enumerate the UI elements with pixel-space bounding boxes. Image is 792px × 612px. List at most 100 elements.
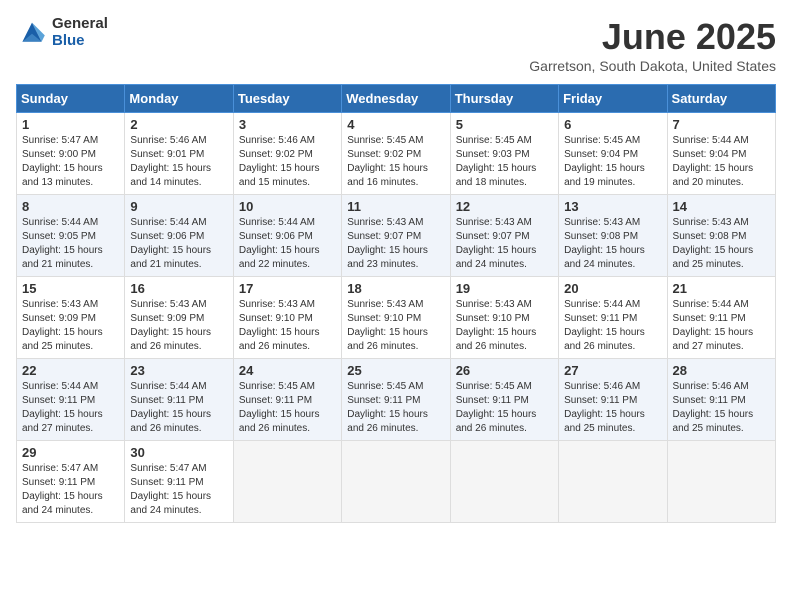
calendar-day-18: 18 Sunrise: 5:43 AMSunset: 9:10 PMDayligh… <box>342 277 450 359</box>
day-number: 22 <box>22 363 119 378</box>
cell-info: Sunrise: 5:43 AMSunset: 9:07 PMDaylight:… <box>456 216 553 272</box>
day-number: 13 <box>564 199 661 214</box>
day-number: 30 <box>130 445 227 460</box>
day-number: 18 <box>347 281 444 296</box>
calendar-day-14: 14Sunrise: 5:43 AMSunset: 9:08 PMDayligh… <box>667 195 775 277</box>
day-number: 16 <box>130 281 227 296</box>
day-number: 9 <box>130 199 227 214</box>
calendar-day-19: 19 Sunrise: 5:43 AMSunset: 9:10 PMDayligh… <box>450 277 558 359</box>
calendar-day-12: 12 Sunrise: 5:43 AMSunset: 9:07 PMDayligh… <box>450 195 558 277</box>
location-subtitle: Garretson, South Dakota, United States <box>529 58 776 74</box>
day-number: 7 <box>673 117 770 132</box>
day-number: 6 <box>564 117 661 132</box>
calendar-day-1: 1 Sunrise: 5:47 AMSunset: 9:00 PMDaylight… <box>17 113 125 195</box>
cell-info: Sunrise: 5:46 AMSunset: 9:11 PMDaylight:… <box>673 380 770 436</box>
cell-info: Sunrise: 5:46 AMSunset: 9:02 PMDaylight:… <box>239 134 336 190</box>
calendar-week-4: 22 Sunrise: 5:44 AMSunset: 9:11 PMDayligh… <box>17 359 776 441</box>
cell-info: Sunrise: 5:45 AMSunset: 9:03 PMDaylight:… <box>456 134 553 190</box>
calendar-day-4: 4 Sunrise: 5:45 AMSunset: 9:02 PMDaylight… <box>342 113 450 195</box>
calendar-day-23: 23 Sunrise: 5:44 AMSunset: 9:11 PMDayligh… <box>125 359 233 441</box>
empty-cell <box>450 441 558 523</box>
empty-cell <box>342 441 450 523</box>
day-number: 11 <box>347 199 444 214</box>
cell-info: Sunrise: 5:46 AMSunset: 9:01 PMDaylight:… <box>130 134 227 190</box>
title-area: June 2025 Garretson, South Dakota, Unite… <box>529 16 776 74</box>
cell-info: Sunrise: 5:45 AMSunset: 9:11 PMDaylight:… <box>347 380 444 436</box>
day-number: 23 <box>130 363 227 378</box>
cell-info: Sunrise: 5:45 AMSunset: 9:04 PMDaylight:… <box>564 134 661 190</box>
logo-blue-text: Blue <box>52 33 108 50</box>
cell-info: Sunrise: 5:43 AMSunset: 9:10 PMDaylight:… <box>347 298 444 354</box>
day-number: 15 <box>22 281 119 296</box>
calendar-day-27: 27 Sunrise: 5:46 AMSunset: 9:11 PMDayligh… <box>559 359 667 441</box>
calendar-week-2: 8 Sunrise: 5:44 AMSunset: 9:05 PMDaylight… <box>17 195 776 277</box>
calendar-day-7: 7Sunrise: 5:44 AMSunset: 9:04 PMDaylight… <box>667 113 775 195</box>
day-number: 29 <box>22 445 119 460</box>
day-number: 8 <box>22 199 119 214</box>
cell-info: Sunrise: 5:44 AMSunset: 9:11 PMDaylight:… <box>564 298 661 354</box>
day-number: 27 <box>564 363 661 378</box>
cell-info: Sunrise: 5:43 AMSunset: 9:10 PMDaylight:… <box>239 298 336 354</box>
calendar-day-3: 3 Sunrise: 5:46 AMSunset: 9:02 PMDaylight… <box>233 113 341 195</box>
header-friday: Friday <box>559 85 667 113</box>
day-number: 5 <box>456 117 553 132</box>
logo-text: General Blue <box>52 16 108 49</box>
calendar-day-8: 8 Sunrise: 5:44 AMSunset: 9:05 PMDaylight… <box>17 195 125 277</box>
cell-info: Sunrise: 5:47 AMSunset: 9:11 PMDaylight:… <box>130 462 227 518</box>
cell-info: Sunrise: 5:46 AMSunset: 9:11 PMDaylight:… <box>564 380 661 436</box>
day-number: 4 <box>347 117 444 132</box>
day-number: 20 <box>564 281 661 296</box>
calendar-day-21: 21 Sunrise: 5:44 AMSunset: 9:11 PMDayligh… <box>667 277 775 359</box>
calendar-day-13: 13 Sunrise: 5:43 AMSunset: 9:08 PMDayligh… <box>559 195 667 277</box>
calendar-day-20: 20 Sunrise: 5:44 AMSunset: 9:11 PMDayligh… <box>559 277 667 359</box>
calendar-day-2: 2 Sunrise: 5:46 AMSunset: 9:01 PMDaylight… <box>125 113 233 195</box>
logo-general-text: General <box>52 16 108 33</box>
calendar-week-3: 15 Sunrise: 5:43 AMSunset: 9:09 PMDayligh… <box>17 277 776 359</box>
cell-info: Sunrise: 5:43 AMSunset: 9:10 PMDaylight:… <box>456 298 553 354</box>
header-sunday: Sunday <box>17 85 125 113</box>
cell-info: Sunrise: 5:44 AMSunset: 9:05 PMDaylight:… <box>22 216 119 272</box>
empty-cell <box>667 441 775 523</box>
cell-info: Sunrise: 5:47 AMSunset: 9:00 PMDaylight:… <box>22 134 119 190</box>
calendar-day-6: 6 Sunrise: 5:45 AMSunset: 9:04 PMDaylight… <box>559 113 667 195</box>
header-saturday: Saturday <box>667 85 775 113</box>
header: General Blue June 2025 Garretson, South … <box>16 16 776 74</box>
calendar-week-1: 1 Sunrise: 5:47 AMSunset: 9:00 PMDaylight… <box>17 113 776 195</box>
cell-info: Sunrise: 5:44 AMSunset: 9:11 PMDaylight:… <box>130 380 227 436</box>
calendar-day-10: 10Sunrise: 5:44 AMSunset: 9:06 PMDayligh… <box>233 195 341 277</box>
day-number: 19 <box>456 281 553 296</box>
cell-info: Sunrise: 5:43 AMSunset: 9:08 PMDaylight:… <box>673 216 770 272</box>
logo: General Blue <box>16 16 108 49</box>
day-number: 12 <box>456 199 553 214</box>
cell-info: Sunrise: 5:43 AMSunset: 9:09 PMDaylight:… <box>22 298 119 354</box>
day-number: 21 <box>673 281 770 296</box>
cell-info: Sunrise: 5:44 AMSunset: 9:11 PMDaylight:… <box>673 298 770 354</box>
day-number: 10 <box>239 199 336 214</box>
empty-cell <box>559 441 667 523</box>
header-wednesday: Wednesday <box>342 85 450 113</box>
calendar-week-5: 29 Sunrise: 5:47 AMSunset: 9:11 PMDayligh… <box>17 441 776 523</box>
cell-info: Sunrise: 5:45 AMSunset: 9:02 PMDaylight:… <box>347 134 444 190</box>
day-number: 1 <box>22 117 119 132</box>
cell-info: Sunrise: 5:43 AMSunset: 9:09 PMDaylight:… <box>130 298 227 354</box>
calendar-day-16: 16 Sunrise: 5:43 AMSunset: 9:09 PMDayligh… <box>125 277 233 359</box>
calendar-day-17: 17Sunrise: 5:43 AMSunset: 9:10 PMDayligh… <box>233 277 341 359</box>
header-thursday: Thursday <box>450 85 558 113</box>
header-monday: Monday <box>125 85 233 113</box>
cell-info: Sunrise: 5:45 AMSunset: 9:11 PMDaylight:… <box>456 380 553 436</box>
empty-cell <box>233 441 341 523</box>
header-tuesday: Tuesday <box>233 85 341 113</box>
calendar-day-24: 24 Sunrise: 5:45 AMSunset: 9:11 PMDayligh… <box>233 359 341 441</box>
day-number: 2 <box>130 117 227 132</box>
cell-info: Sunrise: 5:45 AMSunset: 9:11 PMDaylight:… <box>239 380 336 436</box>
calendar-day-15: 15 Sunrise: 5:43 AMSunset: 9:09 PMDayligh… <box>17 277 125 359</box>
calendar-header-row: SundayMondayTuesdayWednesdayThursdayFrid… <box>17 85 776 113</box>
day-number: 25 <box>347 363 444 378</box>
day-number: 3 <box>239 117 336 132</box>
cell-info: Sunrise: 5:43 AMSunset: 9:08 PMDaylight:… <box>564 216 661 272</box>
cell-info: Sunrise: 5:44 AMSunset: 9:11 PMDaylight:… <box>22 380 119 436</box>
cell-info: Sunrise: 5:44 AMSunset: 9:06 PMDaylight:… <box>130 216 227 272</box>
calendar-day-5: 5 Sunrise: 5:45 AMSunset: 9:03 PMDaylight… <box>450 113 558 195</box>
day-number: 24 <box>239 363 336 378</box>
cell-info: Sunrise: 5:47 AMSunset: 9:11 PMDaylight:… <box>22 462 119 518</box>
